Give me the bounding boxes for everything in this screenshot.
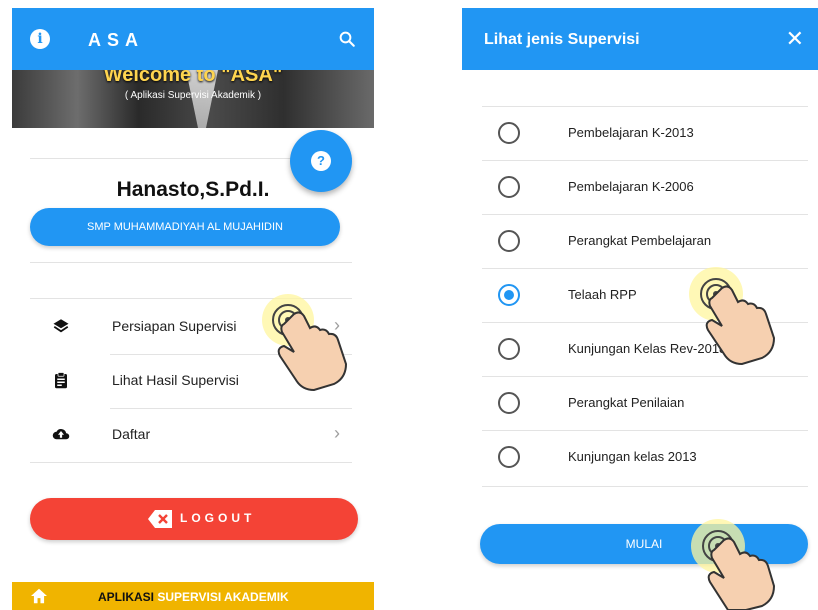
menu-item-label: Lihat Hasil Supervisi — [112, 372, 239, 388]
home-icon[interactable] — [30, 588, 48, 604]
bottom-bar: APLIKASI SUPERVISI AKADEMIK — [12, 582, 374, 610]
radio-option[interactable]: Perangkat Pembelajaran — [482, 214, 808, 268]
cloud-upload-icon — [52, 429, 70, 440]
divider — [30, 462, 352, 463]
radio-option-label: Perangkat Penilaian — [568, 395, 685, 410]
welcome-banner: Welcome to "ASA" ( Aplikasi Supervisi Ak… — [12, 70, 374, 128]
close-icon[interactable]: ✕ — [786, 26, 804, 52]
logout-button[interactable]: LOGOUT — [30, 498, 358, 540]
help-icon: ? — [311, 151, 331, 171]
menu-item-persiapan-supervisi[interactable]: Persiapan Supervisi › — [30, 300, 352, 354]
dialog-header: Lihat jenis Supervisi ✕ — [462, 8, 818, 70]
chevron-right-icon: › — [334, 369, 340, 389]
bottom-bar-label: APLIKASI SUPERVISI AKADEMIK — [98, 590, 289, 604]
tutorial-screenshot: i ASA Welcome to "ASA" ( Aplikasi Superv… — [0, 0, 818, 610]
radio-button[interactable] — [498, 284, 520, 306]
search-icon[interactable] — [338, 30, 356, 48]
radio-button[interactable] — [498, 446, 520, 468]
radio-option[interactable]: Pembelajaran K-2006 — [482, 160, 808, 214]
radio-button[interactable] — [498, 176, 520, 198]
school-button[interactable]: SMP MUHAMMADIYAH AL MUJAHIDIN — [30, 208, 340, 246]
radio-button[interactable] — [498, 338, 520, 360]
radio-button[interactable] — [498, 392, 520, 414]
layers-icon — [53, 319, 69, 333]
chevron-right-icon: › — [334, 423, 340, 443]
user-name: Hanasto,S.Pd.I. — [116, 178, 270, 201]
bottom-bar-label-part2: SUPERVISI AKADEMIK — [157, 590, 289, 604]
radio-option-label: Perangkat Pembelajaran — [568, 233, 712, 248]
radio-button[interactable] — [498, 230, 520, 252]
app-title: ASA — [88, 30, 145, 50]
info-icon[interactable]: i — [30, 29, 50, 49]
radio-option[interactable]: Kunjungan Kelas Rev-2018 — [482, 322, 808, 376]
divider — [482, 486, 808, 487]
radio-button[interactable] — [498, 122, 520, 144]
radio-option-label: Pembelajaran K-2006 — [568, 179, 694, 194]
start-button[interactable]: MULAI — [480, 524, 808, 564]
chevron-right-icon: › — [334, 315, 340, 335]
divider — [30, 298, 352, 299]
radio-option[interactable]: Perangkat Penilaian — [482, 376, 808, 430]
clipboard-icon — [55, 372, 67, 389]
home-screen: i ASA Welcome to "ASA" ( Aplikasi Superv… — [12, 8, 374, 610]
divider — [30, 262, 352, 263]
radio-option[interactable]: Telaah RPP — [482, 268, 808, 322]
logout-label: LOGOUT — [180, 511, 256, 525]
bottom-bar-label-part1: APLIKASI — [98, 590, 155, 604]
radio-option[interactable]: Pembelajaran K-2013 — [482, 106, 808, 160]
banner-welcome-text: Welcome to "ASA" — [103, 70, 283, 86]
radio-option[interactable]: Kunjungan kelas 2013 — [482, 430, 808, 484]
dialog-title: Lihat jenis Supervisi — [484, 31, 640, 48]
menu-item-label: Persiapan Supervisi — [112, 318, 237, 334]
menu-item-lihat-hasil-supervisi[interactable]: Lihat Hasil Supervisi › — [30, 354, 352, 408]
supervision-type-dialog: Lihat jenis Supervisi ✕ Pembelajaran K-2… — [462, 8, 818, 610]
backspace-icon — [148, 510, 172, 528]
radio-option-label: Kunjungan kelas 2013 — [568, 449, 697, 464]
menu-item-label: Daftar — [112, 426, 151, 442]
banner-subtitle: ( Aplikasi Supervisi Akademik ) — [124, 90, 262, 101]
app-bar: i ASA — [12, 8, 374, 70]
radio-option-label: Kunjungan Kelas Rev-2018 — [568, 341, 727, 356]
radio-option-label: Telaah RPP — [568, 287, 637, 302]
menu-item-daftar[interactable]: Daftar › — [30, 408, 352, 462]
radio-option-label: Pembelajaran K-2013 — [568, 125, 694, 140]
